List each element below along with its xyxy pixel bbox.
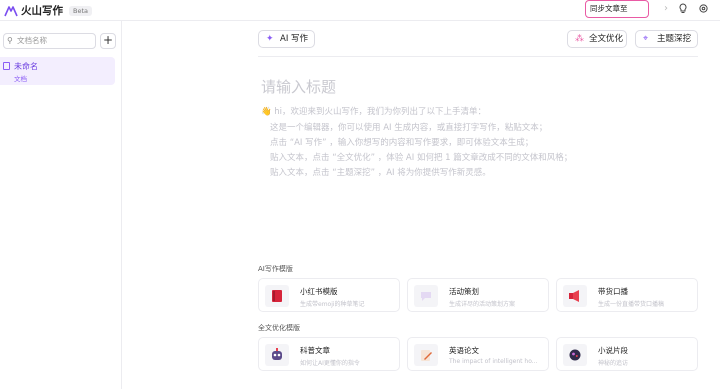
intro-line-4[interactable]: 贴入文本，点击 “全文优化” ，体验 AI 如何把 1 篇文章改成不同的文体和风… xyxy=(270,151,572,163)
settings-icon[interactable] xyxy=(697,3,709,15)
ai-write-label: AI 写作 xyxy=(280,34,309,44)
card-title: 科普文章 xyxy=(300,346,330,355)
sparkle-icon: ✦ xyxy=(266,34,274,44)
magic-wand-icon: ⁂ xyxy=(575,34,584,44)
optimize-full-text-button[interactable]: ⁂ 全文优化 xyxy=(567,30,627,48)
card-title: 小红书模版 xyxy=(300,287,338,296)
card-desc: 生成一份直播带货口播稿 xyxy=(598,301,665,308)
template-card-event-planning[interactable]: 活动策划 生成详尽的活动策划方案 xyxy=(407,278,549,312)
topic-deep-dive-button[interactable]: ⌖ 主题深挖 xyxy=(635,30,698,48)
ai-template-section-label: AI写作模版 xyxy=(258,265,293,273)
card-title: 带货口播 xyxy=(598,287,628,296)
app-name: 火山写作 xyxy=(21,5,63,17)
document-title: 未命名 xyxy=(14,62,38,71)
template-card-livestream-script[interactable]: 带货口播 生成一份直播带货口播稿 xyxy=(556,278,698,312)
template-card-xiaohongshu[interactable]: 小红书模版 生成带emoji的种草笔记 xyxy=(258,278,400,312)
topic-label: 主题深挖 xyxy=(657,34,692,44)
intro-line-2[interactable]: 这是一个编辑器，你可以使用 AI 生成内容，或直接打字写作，粘贴文本； xyxy=(270,121,547,133)
optimize-label: 全文优化 xyxy=(589,34,624,44)
intro-line-1[interactable]: 👋 hi，欢迎来到火山写作，我们为你列出了以下上手清单： xyxy=(261,105,486,117)
beta-badge: Beta xyxy=(69,5,92,16)
card-desc: 生成带emoji的种草笔记 xyxy=(300,301,365,308)
document-type: 文档 xyxy=(14,75,27,83)
sidebar-document-item[interactable]: 未命名 文档 xyxy=(0,57,115,85)
volcano-logo-icon xyxy=(4,5,18,16)
mystery-orb-icon xyxy=(563,344,587,366)
template-card-english-paper[interactable]: 英语论文 The impact of intelligent ho... xyxy=(407,337,549,371)
document-search-input[interactable]: ⚲ 文档名称 xyxy=(3,33,96,49)
wave-hand-icon: 👋 xyxy=(261,107,272,117)
pencil-paper-icon xyxy=(414,344,438,366)
red-book-icon xyxy=(265,285,289,307)
sync-article-button[interactable]: 同步文章至 xyxy=(585,0,649,18)
location-pin-icon: ⌖ xyxy=(643,34,649,44)
sidebar: ⚲ 文档名称 + 未命名 文档 xyxy=(0,21,122,389)
editor-area: ✦ AI 写作 ⁂ 全文优化 ⌖ 主题深挖 请输入标题 👋 hi，欢迎来到火山写… xyxy=(123,21,720,389)
card-desc: 生成详尽的活动策划方案 xyxy=(449,301,516,308)
template-card-novel-excerpt[interactable]: 小说片段 神秘的追访 xyxy=(556,337,698,371)
card-desc: The impact of intelligent ho... xyxy=(449,358,538,365)
intro-text-1: hi，欢迎来到火山写作，我们为你列出了以下上手清单： xyxy=(274,107,487,117)
title-input[interactable]: 请输入标题 xyxy=(261,76,336,97)
card-title: 小说片段 xyxy=(598,346,628,355)
toolbar-divider xyxy=(258,56,698,57)
optimize-template-section-label: 全文优化模版 xyxy=(258,324,300,332)
card-title: 英语论文 xyxy=(449,346,479,355)
search-icon: ⚲ xyxy=(7,36,13,45)
add-document-button[interactable]: + xyxy=(100,33,116,49)
card-desc: 如何让AI更懂你的指令 xyxy=(300,360,360,367)
ai-write-button[interactable]: ✦ AI 写作 xyxy=(258,30,315,48)
search-placeholder: 文档名称 xyxy=(17,36,47,45)
lightbulb-icon[interactable] xyxy=(677,3,689,15)
top-bar: 火山写作 Beta 同步文章至 › xyxy=(0,0,720,21)
card-title: 活动策划 xyxy=(449,287,479,296)
intro-line-3[interactable]: 点击 “AI 写作” ，输入你想写的内容和写作要求，即可体验文本生成； xyxy=(270,136,533,148)
chat-bubble-icon xyxy=(414,285,438,307)
megaphone-icon xyxy=(563,285,587,307)
chevron-right-icon[interactable]: › xyxy=(660,3,672,15)
document-icon xyxy=(3,62,10,70)
template-card-science-article[interactable]: 科普文章 如何让AI更懂你的指令 xyxy=(258,337,400,371)
intro-line-5[interactable]: 贴入文本，点击 “主题深挖” ，AI 将为你提供写作新灵感。 xyxy=(270,166,491,178)
robot-icon xyxy=(265,344,289,366)
app-logo[interactable]: 火山写作 Beta xyxy=(4,3,92,18)
card-desc: 神秘的追访 xyxy=(598,360,629,367)
